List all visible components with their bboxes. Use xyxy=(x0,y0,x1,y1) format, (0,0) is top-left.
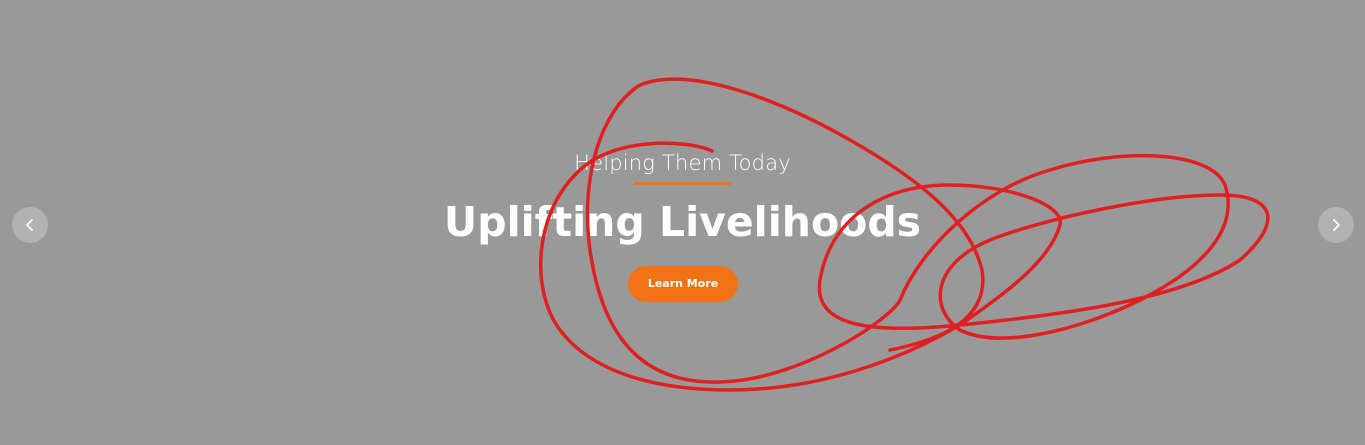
slide-title: Uplifting Livelihoods xyxy=(443,198,922,246)
subtitle-underline xyxy=(634,182,731,185)
slide-subtitle: Helping Them Today xyxy=(574,151,791,175)
hero-slider: Helping Them Today Uplifting Livelihoods… xyxy=(0,0,1365,445)
chevron-left-icon xyxy=(26,219,33,231)
prev-slide-button[interactable] xyxy=(12,207,48,243)
next-slide-button[interactable] xyxy=(1318,207,1354,243)
chevron-right-icon xyxy=(1333,219,1340,231)
learn-more-button[interactable]: Learn More xyxy=(628,266,738,302)
slide-content: Helping Them Today Uplifting Livelihoods… xyxy=(0,0,1365,445)
